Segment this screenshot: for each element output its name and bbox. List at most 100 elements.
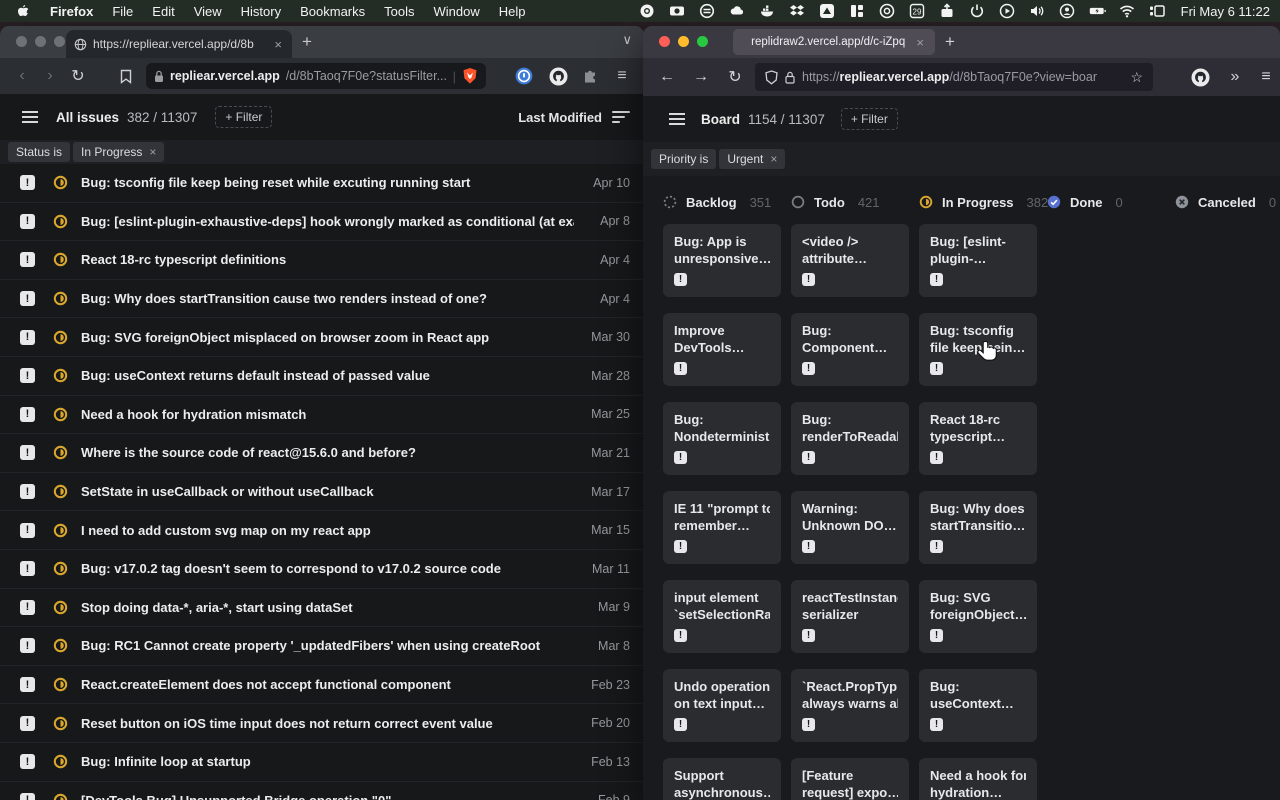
issue-card[interactable]: React 18-rctypescript…! — [919, 402, 1037, 475]
bookmark-icon[interactable] — [114, 58, 138, 94]
menu-tools[interactable]: Tools — [384, 4, 414, 19]
zoom-window-button[interactable] — [54, 36, 65, 47]
menu-firefox[interactable]: Firefox — [50, 4, 93, 19]
issue-row[interactable]: !Bug: tsconfig file keep being reset whi… — [0, 164, 644, 203]
issue-card[interactable]: <video />attribute…! — [791, 224, 909, 297]
urgent-priority-icon[interactable]: ! — [802, 629, 815, 642]
urgent-priority-icon[interactable]: ! — [674, 718, 687, 731]
issue-row[interactable]: ![DevTools Bug] Unsupported Bridge opera… — [0, 782, 644, 800]
remove-filter-icon[interactable]: × — [149, 145, 156, 159]
issue-row[interactable]: !Bug: Infinite loop at startupFeb 13 — [0, 743, 644, 782]
urgent-priority-icon[interactable]: ! — [674, 362, 687, 375]
issue-card[interactable]: reactTestInstancserializer! — [791, 580, 909, 653]
issue-row[interactable]: !SetState in useCallback or without useC… — [0, 473, 644, 512]
filter-field-chip[interactable]: Priority is — [651, 149, 716, 169]
urgent-priority-icon[interactable]: ! — [930, 362, 943, 375]
menu-view[interactable]: View — [194, 4, 222, 19]
minimize-window-button[interactable] — [678, 36, 689, 47]
in-progress-status-icon[interactable] — [53, 793, 68, 800]
docker-icon[interactable] — [759, 3, 776, 19]
issue-row[interactable]: !Bug: useContext returns default instead… — [0, 357, 644, 396]
filter-value-chip[interactable]: In Progress × — [73, 142, 164, 162]
urgent-priority-icon[interactable]: ! — [674, 540, 687, 553]
in-progress-status-icon[interactable] — [53, 677, 68, 692]
github-extension-icon[interactable] — [546, 58, 570, 94]
grid-icon[interactable] — [849, 3, 866, 19]
issue-card[interactable]: Bug:Nondeterminist.! — [663, 402, 781, 475]
forward-button[interactable]: › — [38, 58, 62, 94]
browser-menu-icon[interactable]: ≡ — [610, 58, 634, 94]
back-button[interactable]: ‹ — [10, 58, 34, 94]
minimize-window-button[interactable] — [35, 36, 46, 47]
urgent-priority-icon[interactable]: ! — [674, 451, 687, 464]
menu-window[interactable]: Window — [434, 4, 480, 19]
issue-row[interactable]: !Bug: Why does startTransition cause two… — [0, 280, 644, 319]
bookmark-star-icon[interactable]: ☆ — [1130, 69, 1143, 86]
cloud-icon[interactable] — [729, 3, 746, 19]
apple-logo-icon[interactable] — [14, 3, 31, 19]
new-tab-button[interactable]: + — [945, 29, 955, 55]
issue-card[interactable]: Bug: SVGforeignObject…! — [919, 580, 1037, 653]
vercel-icon[interactable] — [819, 3, 836, 19]
github-extension-icon[interactable] — [1188, 58, 1212, 96]
issue-card[interactable]: Bug: [eslint-plugin-…! — [919, 224, 1037, 297]
in-progress-status-icon[interactable] — [53, 407, 68, 422]
urgent-priority-icon[interactable]: ! — [802, 718, 815, 731]
tab-close-icon[interactable]: × — [914, 35, 926, 50]
in-progress-status-icon[interactable] — [53, 291, 68, 306]
urgent-priority-icon[interactable]: ! — [930, 718, 943, 731]
record-icon[interactable] — [639, 3, 656, 19]
filter-field-chip[interactable]: Status is — [8, 142, 70, 162]
assistant-icon[interactable] — [1059, 3, 1076, 19]
tracking-shield-icon[interactable] — [765, 70, 778, 85]
issue-card[interactable]: [Featurerequest] expo…! — [791, 758, 909, 800]
play-icon[interactable] — [999, 3, 1016, 19]
zoom-window-button[interactable] — [697, 36, 708, 47]
battery-icon[interactable] — [1089, 3, 1106, 19]
issue-row[interactable]: !Bug: [eslint-plugin-exhaustive-deps] ho… — [0, 203, 644, 242]
volume-icon[interactable] — [1029, 3, 1046, 19]
back-button[interactable]: ← — [655, 58, 679, 96]
add-filter-button[interactable]: + Filter — [841, 108, 898, 130]
issue-card[interactable]: Bug:renderToReadab! — [791, 402, 909, 475]
close-window-button[interactable] — [659, 36, 670, 47]
menu-bookmarks[interactable]: Bookmarks — [300, 4, 365, 19]
issue-card[interactable]: Bug: App isunresponsive…! — [663, 224, 781, 297]
in-progress-status-icon[interactable] — [53, 368, 68, 383]
issue-card[interactable]: input element`setSelectionRa! — [663, 580, 781, 653]
urgent-priority-icon[interactable]: ! — [930, 451, 943, 464]
in-progress-status-icon[interactable] — [53, 175, 68, 190]
upload-icon[interactable] — [939, 3, 956, 19]
reload-button[interactable]: ↻ — [66, 58, 90, 94]
one-password-icon[interactable] — [879, 3, 896, 19]
calendar-icon[interactable]: 29 — [909, 3, 926, 19]
issue-row[interactable]: !Stop doing data-*, aria-*, start using … — [0, 589, 644, 628]
issue-row[interactable]: !React 18-rc typescript definitionsApr 4 — [0, 241, 644, 280]
sort-icon[interactable] — [612, 108, 630, 126]
browser-tab[interactable]: replidraw2.vercel.app/d/c-iZpq × — [733, 29, 935, 55]
in-progress-status-icon[interactable] — [53, 484, 68, 499]
issue-row[interactable]: !I need to add custom svg map on my reac… — [0, 511, 644, 550]
issue-card[interactable]: Warning:Unknown DO…! — [791, 491, 909, 564]
menu-edit[interactable]: Edit — [152, 4, 174, 19]
new-tab-button[interactable]: + — [302, 30, 312, 54]
overflow-menu-icon[interactable]: » — [1223, 58, 1247, 96]
menu-help[interactable]: Help — [499, 4, 526, 19]
menu-file[interactable]: File — [112, 4, 133, 19]
address-bar[interactable]: https://repliear.vercel.app/d/8bTaoq7F0e… — [755, 63, 1153, 91]
power-icon[interactable] — [969, 3, 986, 19]
urgent-priority-icon[interactable]: ! — [930, 273, 943, 286]
in-progress-status-icon[interactable] — [53, 754, 68, 769]
in-progress-status-icon[interactable] — [53, 561, 68, 576]
in-progress-status-icon[interactable] — [53, 445, 68, 460]
issue-row[interactable]: !Reset button on iOS time input does not… — [0, 704, 644, 743]
dropbox-icon[interactable] — [789, 3, 806, 19]
issue-card[interactable]: Bug:useContext…! — [919, 669, 1037, 742]
in-progress-status-icon[interactable] — [53, 600, 68, 615]
urgent-priority-icon[interactable]: ! — [930, 540, 943, 553]
urgent-priority-icon[interactable]: ! — [674, 273, 687, 286]
urgent-priority-icon[interactable]: ! — [674, 629, 687, 642]
urgent-priority-icon[interactable]: ! — [930, 629, 943, 642]
urgent-priority-icon[interactable]: ! — [802, 362, 815, 375]
tab-search-chevron-icon[interactable]: ∨ — [622, 32, 632, 48]
